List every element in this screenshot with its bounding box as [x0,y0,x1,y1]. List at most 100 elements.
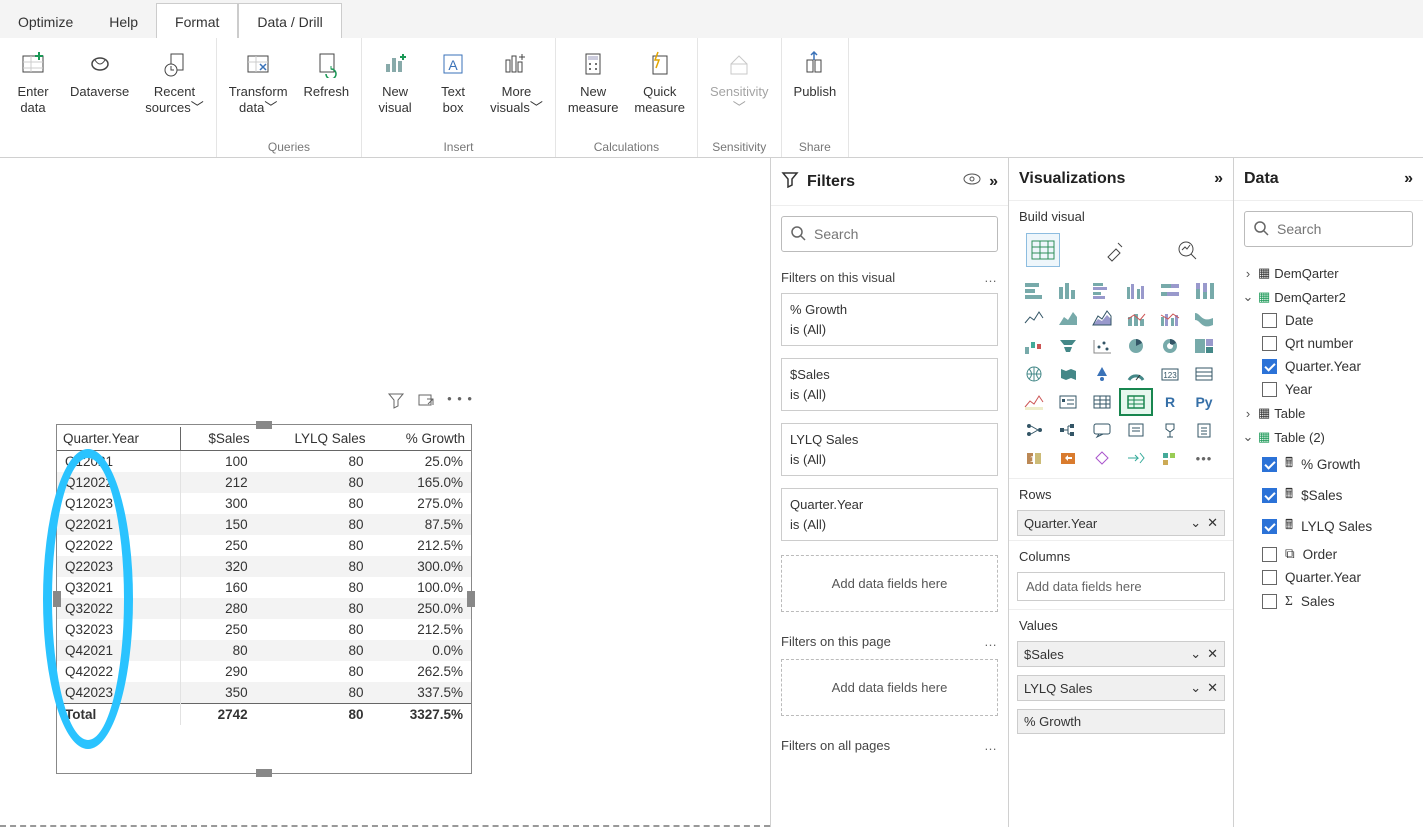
filter-card-quarter-year[interactable]: Quarter.Yearis (All) [781,488,998,541]
field-year[interactable]: Year [1234,378,1423,401]
field-date[interactable]: Date [1234,309,1423,332]
col-header-lylq[interactable]: LYLQ Sales [256,427,372,451]
filters-search[interactable] [781,216,998,252]
table-row[interactable]: Q2202332080300.0% [57,556,471,577]
enter-data-button[interactable]: Enterdata [8,42,58,115]
data-search[interactable] [1244,211,1413,247]
field-quarter-year[interactable]: Quarter.Year [1234,355,1423,378]
focus-mode-icon[interactable] [417,391,435,412]
ribbon-chart-icon[interactable] [1189,306,1219,330]
table-row[interactable]: Q120211008025.0% [57,451,471,473]
filter-card-growth[interactable]: % Growthis (All) [781,293,998,346]
field-pct-growth[interactable]: 🖩% Growth [1234,449,1423,480]
table-row[interactable]: Q2202225080212.5% [57,535,471,556]
collapse-pane-icon[interactable]: » [1404,170,1413,188]
slicer-icon[interactable] [1053,390,1083,414]
clustered-column-icon[interactable] [1121,278,1151,302]
table-row[interactable]: Q3202325080212.5% [57,619,471,640]
filter-card-lylq[interactable]: LYLQ Salesis (All) [781,423,998,476]
table-row[interactable]: Q4202229080262.5% [57,661,471,682]
table-demqarter[interactable]: ›▦DemQarter [1234,261,1423,285]
map-icon[interactable] [1019,362,1049,386]
filter-visual-dropzone[interactable]: Add data fields here [781,555,998,612]
sensitivity-button[interactable]: Sensitivity﹀ [706,42,773,115]
pie-icon[interactable] [1121,334,1151,358]
hundred-column-icon[interactable] [1189,278,1219,302]
diamond-icon[interactable] [1087,446,1117,470]
filled-map-icon[interactable] [1053,362,1083,386]
line-chart-icon[interactable] [1019,306,1049,330]
values-chip-growth[interactable]: % Growth [1017,709,1225,734]
data-search-input[interactable] [1277,221,1423,237]
area-chart-icon[interactable] [1053,306,1083,330]
table-demqarter2[interactable]: ⌄▦DemQarter2 [1234,285,1423,309]
line-clustered-icon[interactable] [1155,306,1185,330]
filter-page-dropzone[interactable]: Add data fields here [781,659,998,716]
r-visual-icon[interactable]: R [1155,390,1185,414]
table-table[interactable]: ›▦Table [1234,401,1423,425]
text-box-button[interactable]: A Textbox [428,42,478,115]
decomposition-tree-icon[interactable] [1053,418,1083,442]
filter-card-sales[interactable]: $Salesis (All) [781,358,998,411]
tab-help[interactable]: Help [91,4,156,38]
field-lylq-sales[interactable]: 🖩LYLQ Sales [1234,511,1423,542]
narrative-icon[interactable] [1121,418,1151,442]
values-chip-lylq[interactable]: LYLQ Sales⌄✕ [1017,675,1225,701]
matrix-visual[interactable]: • • • Quarter.Year $Sales LYLQ Sales % G… [56,424,472,774]
refresh-button[interactable]: Refresh [300,42,354,100]
python-visual-icon[interactable]: Py [1189,390,1219,414]
col-header-quarter-year[interactable]: Quarter.Year [57,427,181,451]
gauge-icon[interactable] [1121,362,1151,386]
line-column-icon[interactable] [1121,306,1151,330]
kpi-icon[interactable] [1019,390,1049,414]
analytics-tab[interactable] [1171,234,1203,266]
new-measure-button[interactable]: Newmeasure [564,42,623,115]
hundred-bar-icon[interactable] [1155,278,1185,302]
new-visual-button[interactable]: Newvisual [370,42,420,115]
scatter-icon[interactable] [1087,334,1117,358]
recent-sources-button[interactable]: Recentsources﹀ [141,42,208,115]
report-canvas[interactable]: • • • Quarter.Year $Sales LYLQ Sales % G… [0,158,770,827]
table-table2[interactable]: ⌄▦Table (2) [1234,425,1423,449]
field-quarter-year-2[interactable]: Quarter.Year [1234,566,1423,589]
table-row[interactable]: Q3202228080250.0% [57,598,471,619]
filters-search-input[interactable] [814,226,995,242]
azure-map-icon[interactable] [1087,362,1117,386]
rows-chip-quarter-year[interactable]: Quarter.Year⌄✕ [1017,510,1225,536]
power-automate-icon[interactable] [1053,446,1083,470]
donut-icon[interactable] [1155,334,1185,358]
tab-data-drill[interactable]: Data / Drill [238,3,341,38]
field-order[interactable]: ⧉Order [1234,542,1423,566]
more-icon[interactable]: … [984,738,998,753]
table-row[interactable]: Q1202221280165.0% [57,472,471,493]
card-icon[interactable]: 123 [1155,362,1185,386]
dataverse-button[interactable]: Dataverse [66,42,133,100]
columns-dropzone[interactable]: Add data fields here [1017,572,1225,601]
clustered-bar-icon[interactable] [1087,278,1117,302]
table-icon[interactable] [1087,390,1117,414]
transform-data-button[interactable]: Transformdata﹀ [225,42,292,115]
build-visual-tab[interactable] [1027,234,1059,266]
app-source-icon[interactable] [1155,446,1185,470]
table-row[interactable]: Q1202330080275.0% [57,493,471,514]
format-visual-tab[interactable] [1099,234,1131,266]
more-visuals-icon[interactable]: ••• [1189,446,1219,470]
eye-icon[interactable] [963,172,981,191]
filter-icon[interactable] [387,391,405,412]
treemap-icon[interactable] [1189,334,1219,358]
collapse-pane-icon[interactable]: » [989,173,998,191]
qa-visual-icon[interactable] [1087,418,1117,442]
more-icon[interactable]: … [984,634,998,649]
more-visuals-button[interactable]: Morevisuals﹀ [486,42,547,115]
more-options-icon[interactable]: • • • [447,391,473,412]
tab-optimize[interactable]: Optimize [0,4,91,38]
tab-format[interactable]: Format [156,3,238,38]
publish-button[interactable]: Publish [790,42,841,100]
table-row[interactable]: Q4202180800.0% [57,640,471,661]
field-sales-sum[interactable]: ΣSales [1234,589,1423,613]
waterfall-icon[interactable] [1019,334,1049,358]
stacked-column-icon[interactable] [1053,278,1083,302]
arrows-icon[interactable] [1121,446,1151,470]
stacked-bar-icon[interactable] [1019,278,1049,302]
paginated-icon[interactable] [1189,418,1219,442]
